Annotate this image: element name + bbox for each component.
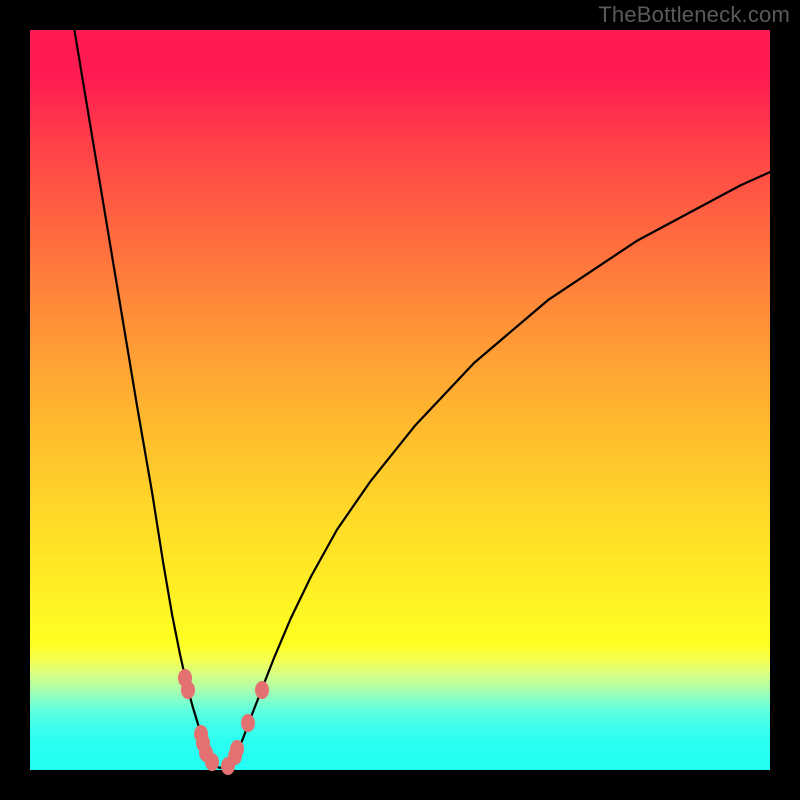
data-marker	[205, 753, 219, 771]
data-marker	[241, 714, 255, 732]
curve-path	[74, 30, 770, 768]
data-marker	[230, 740, 244, 758]
data-marker	[181, 681, 195, 699]
plot-area	[30, 30, 770, 770]
bottleneck-curve	[30, 30, 770, 770]
watermark-text: TheBottleneck.com	[598, 2, 790, 28]
chart-frame: TheBottleneck.com	[0, 0, 800, 800]
data-marker	[255, 681, 269, 699]
